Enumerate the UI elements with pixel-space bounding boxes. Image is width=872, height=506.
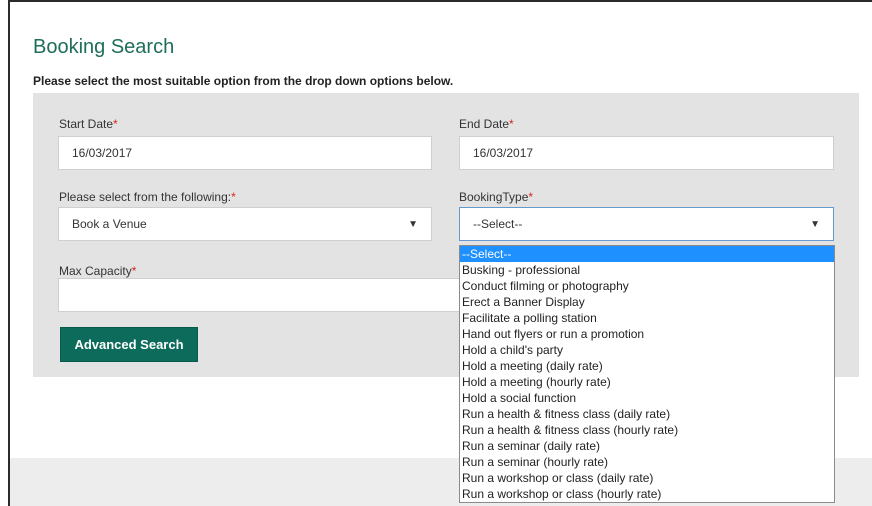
chevron-down-icon: ▼ bbox=[810, 218, 820, 230]
required-marker: * bbox=[231, 190, 236, 204]
end-date-label: End Date* bbox=[459, 117, 514, 131]
chevron-down-icon: ▼ bbox=[408, 218, 418, 230]
max-capacity-input[interactable] bbox=[58, 278, 460, 312]
dropdown-option[interactable]: Erect a Banner Display bbox=[460, 294, 834, 310]
dropdown-option[interactable]: Conduct filming or photography bbox=[460, 278, 834, 294]
start-date-value: 16/03/2017 bbox=[72, 146, 133, 160]
page-title: Booking Search bbox=[33, 36, 175, 58]
select-following-label: Please select from the following:* bbox=[59, 190, 236, 204]
start-date-label: Start Date* bbox=[59, 117, 118, 131]
end-date-value: 16/03/2017 bbox=[473, 146, 534, 160]
dropdown-option[interactable]: Facilitate a polling station bbox=[460, 310, 834, 326]
start-date-field[interactable]: 16/03/2017 bbox=[58, 136, 432, 170]
end-date-field[interactable]: 16/03/2017 bbox=[459, 136, 834, 170]
dropdown-option[interactable]: Hand out flyers or run a promotion bbox=[460, 326, 834, 342]
required-marker: * bbox=[131, 264, 137, 278]
booking-type-value: --Select-- bbox=[473, 217, 523, 231]
dropdown-option[interactable]: --Select-- bbox=[460, 246, 834, 262]
dropdown-option[interactable]: Busking - professional bbox=[460, 262, 834, 278]
dropdown-option[interactable]: Run a seminar (daily rate) bbox=[460, 438, 834, 454]
dropdown-option[interactable]: Run a health & fitness class (hourly rat… bbox=[460, 422, 834, 438]
dropdown-option[interactable]: Run a seminar (hourly rate) bbox=[460, 454, 834, 470]
required-marker: * bbox=[113, 117, 118, 131]
service-type-select[interactable]: Book a Venue ▼ bbox=[58, 207, 432, 241]
service-type-value: Book a Venue bbox=[72, 217, 147, 231]
booking-type-dropdown-list[interactable]: --Select-- Busking - professional Conduc… bbox=[459, 245, 835, 503]
required-marker: * bbox=[509, 117, 514, 131]
instructions-text: Please select the most suitable option f… bbox=[33, 74, 454, 88]
dropdown-option[interactable]: Hold a meeting (daily rate) bbox=[460, 358, 834, 374]
booking-type-select[interactable]: --Select-- ▼ bbox=[459, 207, 834, 241]
dropdown-option[interactable]: Hold a meeting (hourly rate) bbox=[460, 374, 834, 390]
dropdown-option[interactable]: Run a health & fitness class (daily rate… bbox=[460, 406, 834, 422]
dropdown-option[interactable]: Hold a child's party bbox=[460, 342, 834, 358]
dropdown-option[interactable]: Run a workshop or class (daily rate) bbox=[460, 470, 834, 486]
dropdown-option[interactable]: Run a workshop or class (hourly rate) bbox=[460, 486, 834, 502]
required-marker: * bbox=[528, 190, 534, 204]
advanced-search-button[interactable]: Advanced Search bbox=[60, 327, 198, 362]
dropdown-option[interactable]: Hold a social function bbox=[460, 390, 834, 406]
booking-type-label: BookingType* bbox=[459, 190, 534, 204]
max-capacity-label: Max Capacity* bbox=[59, 264, 137, 278]
